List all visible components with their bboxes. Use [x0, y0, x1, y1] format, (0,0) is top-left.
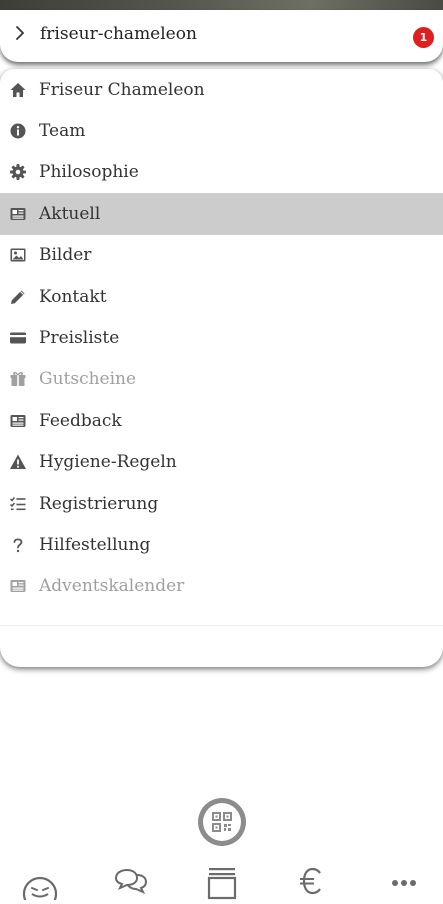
qr-scan-button[interactable] — [198, 798, 246, 846]
menu-item-team[interactable]: Team — [0, 110, 443, 151]
menu-item-label: Adventskalender — [39, 576, 185, 597]
menu-item-label: Preisliste — [39, 328, 120, 349]
image-icon — [9, 246, 27, 264]
menu-divider — [0, 625, 443, 626]
menu-item-label: Kontakt — [39, 286, 107, 307]
menu-item-adventskalender[interactable]: Adventskalender — [0, 566, 443, 607]
menu-item-label: Aktuell — [39, 203, 101, 224]
menu-item-philosophie[interactable]: Philosophie — [0, 152, 443, 193]
checklist-icon — [9, 495, 27, 513]
menu-item-label: Bilder — [39, 245, 92, 266]
menu-item-label: Team — [39, 121, 86, 142]
menu-item-label: Feedback — [39, 410, 122, 431]
bottom-tab-bar — [0, 858, 443, 904]
navigation-menu: Friseur Chameleon Team Philosophie Aktue… — [0, 69, 443, 667]
tab-home[interactable] — [20, 864, 60, 904]
chat-icon — [111, 864, 151, 900]
home-icon — [9, 81, 27, 99]
menu-item-label: Philosophie — [39, 162, 139, 183]
euro-icon — [293, 864, 333, 900]
tab-more[interactable] — [384, 864, 424, 900]
newspaper-icon — [9, 205, 27, 223]
pencil-icon — [9, 288, 27, 306]
menu-item-aktuell[interactable]: Aktuell — [0, 193, 443, 235]
menu-item-label: Hilfestellung — [39, 534, 151, 555]
gift-icon — [9, 370, 27, 388]
menu-item-label: Friseur Chameleon — [39, 79, 205, 100]
notification-badge[interactable]: 1 — [413, 27, 434, 48]
menu-item-feedback[interactable]: Feedback — [0, 400, 443, 441]
menu-item-gutscheine[interactable]: Gutscheine — [0, 359, 443, 400]
header-title[interactable]: friseur-chameleon — [40, 24, 197, 44]
menu-item-hilfestellung[interactable]: Hilfestellung — [0, 524, 443, 565]
menu-item-label: Registrierung — [39, 493, 159, 514]
menu-item-hygiene-regeln[interactable]: Hygiene-Regeln — [0, 442, 443, 483]
tab-chat[interactable] — [111, 864, 151, 900]
smiley-icon — [20, 864, 60, 904]
gear-icon — [9, 163, 27, 181]
tab-prices[interactable] — [293, 864, 333, 900]
question-icon — [9, 536, 27, 554]
stack-icon — [202, 864, 242, 900]
menu-item-registrierung[interactable]: Registrierung — [0, 483, 443, 524]
credit-card-icon — [9, 329, 27, 347]
newspaper-icon — [9, 412, 27, 430]
chevron-right-icon[interactable] — [13, 25, 27, 41]
menu-item-label: Hygiene-Regeln — [39, 452, 177, 473]
qr-code-icon — [203, 803, 241, 841]
menu-list: Friseur Chameleon Team Philosophie Aktue… — [0, 69, 443, 607]
newspaper-icon — [9, 577, 27, 595]
top-image-strip — [0, 0, 443, 10]
tab-cards[interactable] — [202, 864, 242, 900]
menu-item-kontakt[interactable]: Kontakt — [0, 276, 443, 317]
menu-item-label: Gutscheine — [39, 369, 137, 390]
warning-icon — [9, 453, 27, 471]
menu-item-bilder[interactable]: Bilder — [0, 235, 443, 276]
more-icon — [384, 864, 424, 900]
menu-item-friseur-chameleon[interactable]: Friseur Chameleon — [0, 69, 443, 110]
menu-item-preisliste[interactable]: Preisliste — [0, 317, 443, 358]
header-bar: friseur-chameleon 1 — [0, 10, 443, 62]
info-icon — [9, 122, 27, 140]
